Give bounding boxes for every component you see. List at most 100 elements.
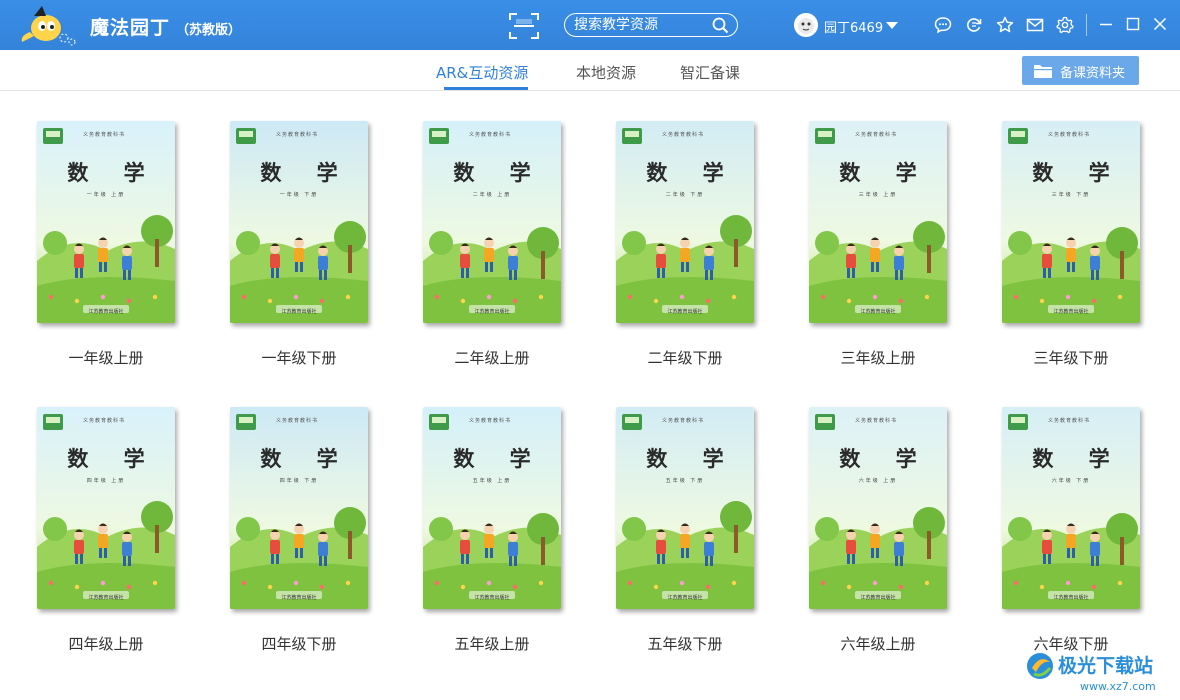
tab-smart-lesson-prep[interactable]: 智汇备课 xyxy=(680,62,740,83)
textbook-cover[interactable]: 义务教育教科书数 学一年级 上册 江苏教育出版社 xyxy=(37,121,175,323)
cover-grade: 四年级 下册 xyxy=(279,478,319,484)
cover-series: 义务教育教科书 xyxy=(855,132,898,138)
textbook-label[interactable]: 一年级上册 xyxy=(15,347,197,368)
star-icon[interactable] xyxy=(996,16,1014,34)
textbook-card[interactable]: 义务教育教科书数 学六年级 下册 江苏教育出版社 六年级下册 xyxy=(980,377,1140,653)
tab-ar-interactive[interactable]: AR&互动资源 xyxy=(436,62,528,83)
gear-icon[interactable] xyxy=(1056,16,1074,34)
textbook-cover[interactable]: 义务教育教科书数 学二年级 下册 江苏教育出版社 xyxy=(616,121,754,323)
watermark-name: 极光下载站 xyxy=(1058,654,1153,677)
cover-illustration xyxy=(1002,121,1140,323)
search-input[interactable] xyxy=(574,16,704,34)
lesson-folder-button[interactable]: 备课资料夹 xyxy=(1022,56,1139,85)
tab-local-resources[interactable]: 本地资源 xyxy=(576,62,636,83)
app-edition: （苏教版） xyxy=(176,23,242,38)
cover-illustration xyxy=(230,407,368,609)
textbook-label[interactable]: 五年级下册 xyxy=(594,633,776,654)
textbook-cover[interactable]: 义务教育教科书数 学六年级 下册 江苏教育出版社 xyxy=(1002,407,1140,609)
cover-publisher: 江苏教育出版社 xyxy=(1053,309,1089,315)
textbook-cover[interactable]: 义务教育教科书数 学四年级 上册 江苏教育出版社 xyxy=(37,407,175,609)
cover-publisher: 江苏教育出版社 xyxy=(88,309,124,315)
textbook-label[interactable]: 二年级下册 xyxy=(594,347,776,368)
cover-publisher: 江苏教育出版社 xyxy=(667,595,703,601)
cover-series: 义务教育教科书 xyxy=(855,418,898,424)
textbook-cover[interactable]: 义务教育教科书数 学五年级 上册 江苏教育出版社 xyxy=(423,407,561,609)
textbook-card[interactable]: 义务教育教科书数 学四年级 上册 江苏教育出版社 四年级上册 xyxy=(15,377,175,653)
textbook-grid: 义务教育教科书数 学一年级 上册 江苏教育出版社 一年级上册 义务教育教科书数 学一年… xyxy=(0,91,1180,700)
textbook-cover[interactable]: 义务教育教科书数 学三年级 上册 江苏教育出版社 xyxy=(809,121,947,323)
textbook-label[interactable]: 二年级上册 xyxy=(401,347,583,368)
textbook-card[interactable]: 义务教育教科书数 学三年级 上册 江苏教育出版社 三年级上册 xyxy=(787,91,947,367)
lesson-folder-label: 备课资料夹 xyxy=(1060,66,1126,81)
cover-title: 数 学 xyxy=(453,160,545,185)
textbook-card[interactable]: 义务教育教科书数 学二年级 上册 江苏教育出版社 二年级上册 xyxy=(401,91,561,367)
cover-grade: 三年级 下册 xyxy=(1051,192,1091,198)
textbook-label[interactable]: 一年级下册 xyxy=(208,347,390,368)
maximize-icon[interactable] xyxy=(1125,16,1141,32)
chevron-down-icon[interactable] xyxy=(886,22,898,30)
textbook-card[interactable]: 义务教育教科书数 学三年级 下册 江苏教育出版社 三年级下册 xyxy=(980,91,1140,367)
search-icon[interactable] xyxy=(712,17,729,34)
textbook-card[interactable]: 义务教育教科书数 学一年级 下册 江苏教育出版社 一年级下册 xyxy=(208,91,368,367)
cover-illustration xyxy=(37,407,175,609)
cover-title: 数 学 xyxy=(1032,446,1124,471)
refresh-icon[interactable] xyxy=(965,16,983,34)
search-box[interactable] xyxy=(564,13,738,37)
cover-publisher: 江苏教育出版社 xyxy=(1053,595,1089,601)
cover-publisher: 江苏教育出版社 xyxy=(474,309,510,315)
textbook-cover[interactable]: 义务教育教科书数 学二年级 上册 江苏教育出版社 xyxy=(423,121,561,323)
cover-publisher: 江苏教育出版社 xyxy=(281,595,317,601)
site-watermark: 极光下载站 www.xz7.com xyxy=(1027,653,1156,693)
textbook-card[interactable]: 义务教育教科书数 学一年级 上册 江苏教育出版社 一年级上册 xyxy=(15,91,175,367)
tab-bar: AR&互动资源 本地资源 智汇备课 备课资料夹 xyxy=(0,50,1180,91)
chat-icon[interactable] xyxy=(934,16,952,34)
cover-publisher: 江苏教育出版社 xyxy=(88,595,124,601)
cover-series: 义务教育教科书 xyxy=(276,418,319,424)
scan-icon[interactable] xyxy=(508,11,540,41)
cover-series: 义务教育教科书 xyxy=(662,418,705,424)
cover-illustration xyxy=(230,121,368,323)
textbook-card[interactable]: 义务教育教科书数 学六年级 上册 江苏教育出版社 六年级上册 xyxy=(787,377,947,653)
cover-publisher: 江苏教育出版社 xyxy=(860,595,896,601)
cover-series: 义务教育教科书 xyxy=(83,418,126,424)
textbook-label[interactable]: 六年级上册 xyxy=(787,633,969,654)
cover-title: 数 学 xyxy=(67,160,159,185)
cover-title: 数 学 xyxy=(839,446,931,471)
textbook-label[interactable]: 四年级下册 xyxy=(208,633,390,654)
close-icon[interactable] xyxy=(1152,16,1168,32)
cover-illustration xyxy=(37,121,175,323)
cover-illustration xyxy=(616,407,754,609)
cover-publisher: 江苏教育出版社 xyxy=(281,309,317,315)
textbook-cover[interactable]: 义务教育教科书数 学六年级 上册 江苏教育出版社 xyxy=(809,407,947,609)
textbook-card[interactable]: 义务教育教科书数 学二年级 下册 江苏教育出版社 二年级下册 xyxy=(594,91,754,367)
textbook-card[interactable]: 义务教育教科书数 学五年级 下册 江苏教育出版社 五年级下册 xyxy=(594,377,754,653)
cover-grade: 六年级 下册 xyxy=(1051,478,1091,484)
cover-illustration xyxy=(1002,407,1140,609)
textbook-cover[interactable]: 义务教育教科书数 学四年级 下册 江苏教育出版社 xyxy=(230,407,368,609)
textbook-label[interactable]: 三年级上册 xyxy=(787,347,969,368)
active-tab-indicator xyxy=(444,87,528,90)
textbook-card[interactable]: 义务教育教科书数 学五年级 上册 江苏教育出版社 五年级上册 xyxy=(401,377,561,653)
watermark-url: www.xz7.com xyxy=(1080,680,1156,693)
avatar[interactable] xyxy=(794,13,818,37)
cover-title: 数 学 xyxy=(646,160,738,185)
app-name: 魔法园丁 xyxy=(90,17,171,39)
cover-series: 义务教育教科书 xyxy=(1048,418,1091,424)
cover-grade: 一年级 上册 xyxy=(86,192,126,198)
textbook-cover[interactable]: 义务教育教科书数 学一年级 下册 江苏教育出版社 xyxy=(230,121,368,323)
mail-icon[interactable] xyxy=(1026,16,1044,34)
cover-series: 义务教育教科书 xyxy=(83,132,126,138)
textbook-card[interactable]: 义务教育教科书数 学四年级 下册 江苏教育出版社 四年级下册 xyxy=(208,377,368,653)
textbook-label[interactable]: 四年级上册 xyxy=(15,633,197,654)
textbook-cover[interactable]: 义务教育教科书数 学三年级 下册 江苏教育出版社 xyxy=(1002,121,1140,323)
cover-series: 义务教育教科书 xyxy=(276,132,319,138)
title-bar: 魔法园丁 （苏教版） 园丁6469 xyxy=(0,0,1180,50)
cover-publisher: 江苏教育出版社 xyxy=(667,309,703,315)
cover-illustration xyxy=(423,407,561,609)
user-name[interactable]: 园丁6469 xyxy=(824,17,883,36)
cover-series: 义务教育教科书 xyxy=(662,132,705,138)
textbook-label[interactable]: 五年级上册 xyxy=(401,633,583,654)
textbook-label[interactable]: 三年级下册 xyxy=(980,347,1162,368)
minimize-icon[interactable] xyxy=(1098,16,1114,32)
textbook-cover[interactable]: 义务教育教科书数 学五年级 下册 江苏教育出版社 xyxy=(616,407,754,609)
